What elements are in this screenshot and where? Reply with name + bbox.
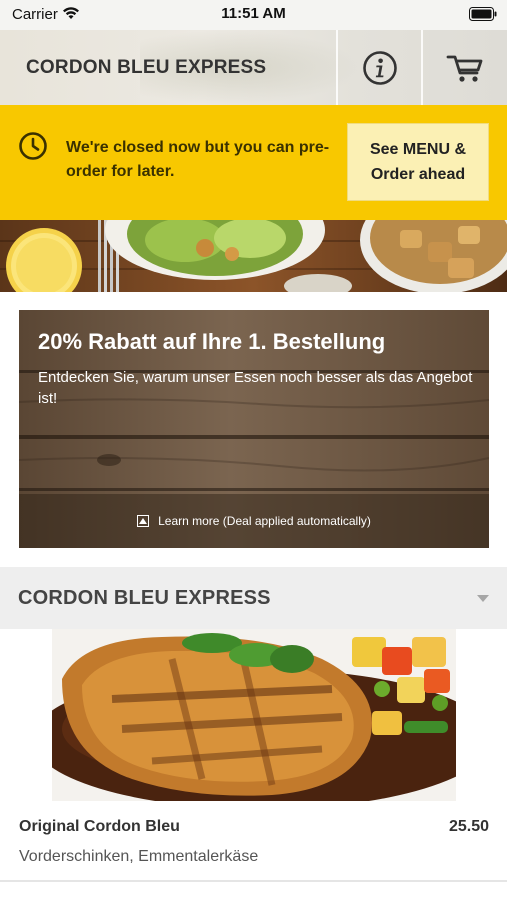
promo-card[interactable]: 20% Rabatt auf Ihre 1. Bestellung Entdec…: [19, 310, 489, 548]
status-bar: Carrier 11:51 AM: [0, 0, 507, 30]
cart-button[interactable]: [423, 30, 507, 105]
learn-more-label: Learn more (Deal applied automatically): [158, 514, 371, 528]
preorder-button-label-line1: See MENU &: [369, 141, 467, 158]
menu-item-description: Vorderschinken, Emmentalerkäse: [19, 848, 259, 865]
status-time: 11:51 AM: [221, 5, 286, 22]
battery-icon: [469, 7, 497, 21]
cordon-bleu-photo: [52, 629, 456, 801]
preorder-button-label-line2: Order ahead: [370, 166, 466, 183]
promo-footer[interactable]: Learn more (Deal applied automatically): [19, 494, 489, 548]
caret-down-icon: [477, 595, 489, 602]
promo-title: 20% Rabatt auf Ihre 1. Bestellung: [38, 329, 386, 354]
food-banner-illustration: [0, 220, 507, 292]
promo-subtitle: Entdecken Sie, warum unser Essen noch be…: [38, 369, 473, 407]
category-title: CORDON BLEU EXPRESS: [18, 587, 271, 609]
clock-icon: [19, 132, 47, 160]
menu-item-image[interactable]: [52, 629, 456, 801]
menu-item-price: 25.50: [448, 818, 489, 835]
expand-icon: [137, 515, 150, 527]
info-button[interactable]: [338, 30, 421, 105]
closed-message: We're closed now but you can pre-order f…: [66, 139, 330, 180]
restaurant-title: CORDON BLEU EXPRESS: [26, 57, 267, 78]
learn-more-link[interactable]: Learn more (Deal applied automatically): [137, 514, 371, 528]
see-menu-order-ahead-button[interactable]: See MENU & Order ahead: [347, 123, 489, 201]
info-icon: [362, 50, 397, 85]
food-banner-image: [0, 220, 507, 292]
cart-icon: [446, 55, 483, 82]
list-divider: [0, 880, 507, 882]
category-header[interactable]: CORDON BLEU EXPRESS: [0, 567, 507, 629]
app-header: CORDON BLEU EXPRESS: [0, 30, 507, 105]
menu-item-name[interactable]: Original Cordon Bleu: [19, 818, 180, 836]
closed-banner: We're closed now but you can pre-order f…: [0, 105, 507, 220]
